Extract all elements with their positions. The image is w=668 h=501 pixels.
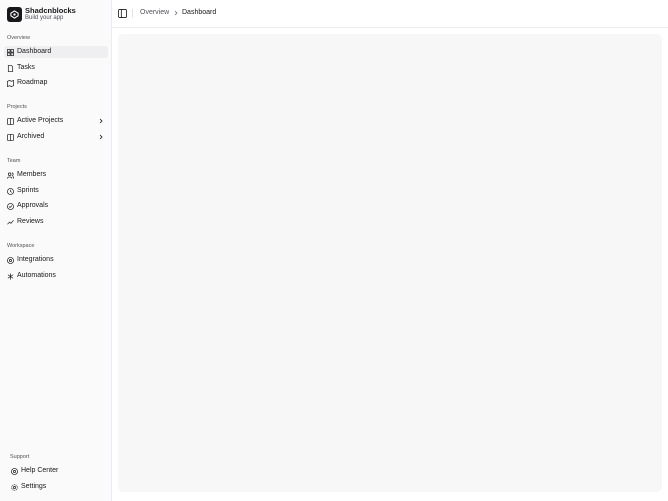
sidebar-item-sprints[interactable]: Sprints — [4, 185, 108, 197]
chevron-right-icon — [99, 118, 103, 124]
sidebar-item-label: Settings — [21, 483, 47, 490]
main-area — [112, 28, 668, 501]
sidebar-item-label: Help Center — [21, 467, 59, 474]
sidebar-item-label: Sprints — [17, 187, 39, 194]
top-bar: Overview Dashboard — [112, 0, 668, 28]
group-label-workspace: Workspace — [7, 243, 35, 249]
sidebar: Shadcnblocks Build your app Overview Das… — [0, 0, 112, 501]
sidebar-item-label: Automations — [17, 272, 56, 279]
help-circle-icon — [11, 467, 18, 475]
sidebar-toggle-icon[interactable] — [118, 9, 127, 18]
brand-switcher[interactable]: Shadcnblocks Build your app — [4, 4, 108, 24]
breadcrumb-link-overview[interactable]: Overview — [140, 9, 169, 16]
sidebar-item-dashboard[interactable]: Dashboard — [4, 46, 108, 58]
sidebar-item-label: Archived — [17, 133, 45, 140]
group-label-projects: Projects — [7, 104, 27, 110]
logo-icon — [7, 7, 22, 22]
sidebar-item-approvals[interactable]: Approvals — [4, 200, 108, 212]
group-label-support: Support — [10, 454, 30, 460]
sidebar-item-label: Integrations — [17, 256, 54, 263]
brand-name: Shadcnblocks — [25, 6, 76, 15]
gear-icon — [11, 483, 18, 491]
sidebar-item-label: Active Projects — [17, 117, 64, 124]
grid-icon — [7, 133, 14, 141]
map-icon — [7, 79, 14, 87]
content-panel — [118, 34, 662, 492]
sidebar-item-settings[interactable]: Settings — [8, 481, 108, 493]
breadcrumb-current: Dashboard — [182, 9, 217, 16]
brand-subtitle: Build your app — [25, 15, 64, 21]
clock-icon — [7, 187, 14, 195]
sidebar-item-active-projects[interactable]: Active Projects — [4, 115, 108, 127]
users-icon — [7, 172, 14, 179]
group-label-team: Team — [7, 158, 21, 164]
sidebar-item-reviews[interactable]: Reviews — [4, 216, 108, 228]
sidebar-item-label: Reviews — [17, 218, 44, 225]
chevron-right-icon — [174, 10, 178, 16]
plug-icon — [7, 256, 14, 264]
chart-icon — [7, 219, 14, 226]
sidebar-item-automations[interactable]: Automations — [4, 270, 108, 282]
chevron-right-icon — [99, 134, 103, 140]
sidebar-item-label: Approvals — [17, 202, 49, 209]
check-circle-icon — [7, 202, 14, 210]
sidebar-item-archived[interactable]: Archived — [4, 131, 108, 143]
file-icon — [7, 64, 14, 72]
breadcrumb-divider — [132, 9, 133, 18]
layout-grid-icon — [7, 48, 14, 56]
grid-icon — [7, 117, 14, 125]
sidebar-item-integrations[interactable]: Integrations — [4, 254, 108, 266]
sidebar-item-label: Members — [17, 171, 47, 178]
sidebar-item-members[interactable]: Members — [4, 169, 108, 181]
zap-icon — [7, 272, 14, 280]
sidebar-item-label: Tasks — [17, 64, 35, 71]
sidebar-item-tasks[interactable]: Tasks — [4, 62, 108, 74]
sidebar-item-help-center[interactable]: Help Center — [8, 465, 108, 477]
group-label-overview: Overview — [7, 35, 30, 41]
sidebar-item-label: Dashboard — [17, 48, 52, 55]
sidebar-item-roadmap[interactable]: Roadmap — [4, 77, 108, 89]
sidebar-item-label: Roadmap — [17, 79, 48, 86]
